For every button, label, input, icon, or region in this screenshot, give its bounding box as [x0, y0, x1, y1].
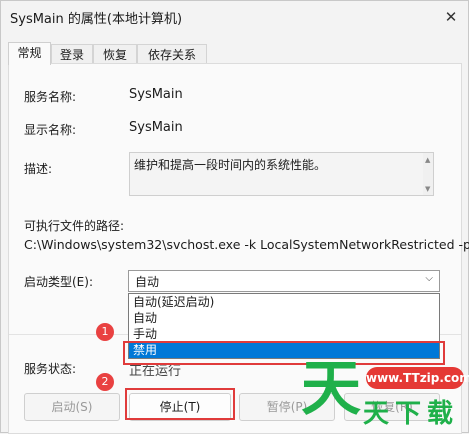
watermark-url: www.TTzip.com — [366, 367, 469, 389]
close-icon[interactable]: ✕ — [440, 6, 462, 28]
display-name-label: 显示名称: — [24, 123, 77, 137]
dialog-title: SysMain 的属性(本地计算机) — [10, 12, 183, 27]
start-button[interactable]: 启动(S) — [24, 393, 120, 421]
startup-type-value: 自动 — [135, 275, 160, 289]
service-status-label: 服务状态: — [24, 362, 77, 376]
option-auto[interactable]: 自动 — [129, 310, 439, 326]
step-badge-1: 1 — [96, 323, 114, 341]
startup-type-select[interactable]: 自动 ⌵ — [128, 270, 440, 292]
scroll-up-icon[interactable]: ▲ — [425, 156, 430, 164]
properties-dialog: SysMain 的属性(本地计算机) ✕ 常规 登录 恢复 依存关系 服务名称:… — [0, 0, 469, 434]
startup-type-label: 启动类型(E): — [24, 275, 93, 289]
tab-general[interactable]: 常规 — [8, 42, 51, 65]
description-scrollbar[interactable]: ▲ ▼ — [423, 153, 433, 195]
scroll-down-icon[interactable]: ▼ — [425, 185, 430, 193]
option-auto-delayed[interactable]: 自动(延迟启动) — [129, 294, 439, 310]
tab-dependencies[interactable]: 依存关系 — [137, 44, 207, 64]
tab-logon[interactable]: 登录 — [51, 44, 93, 64]
exe-path-value: C:\Windows\system32\svchost.exe -k Local… — [24, 237, 469, 252]
exe-path-label: 可执行文件的路径: — [24, 219, 125, 233]
chevron-down-icon[interactable]: ⌵ — [425, 273, 433, 284]
tab-recovery[interactable]: 恢复 — [93, 44, 137, 64]
title-bar: SysMain 的属性(本地计算机) ✕ — [1, 1, 469, 35]
service-name-value: SysMain — [129, 87, 183, 102]
step-badge-2: 2 — [96, 373, 114, 391]
service-name-label: 服务名称: — [24, 90, 77, 104]
description-label: 描述: — [24, 162, 53, 176]
description-text: 维护和提高一段时间内的系统性能。 — [134, 158, 327, 172]
highlight-disabled-option — [123, 341, 445, 365]
description-box[interactable]: 维护和提高一段时间内的系统性能。 ▲ ▼ — [129, 152, 434, 196]
highlight-stop-button — [125, 388, 235, 420]
watermark-logo-char: 天 — [301, 354, 361, 424]
watermark-text: 天下载 — [363, 399, 460, 429]
display-name-value: SysMain — [129, 120, 183, 135]
option-manual[interactable]: 手动 — [129, 326, 439, 342]
